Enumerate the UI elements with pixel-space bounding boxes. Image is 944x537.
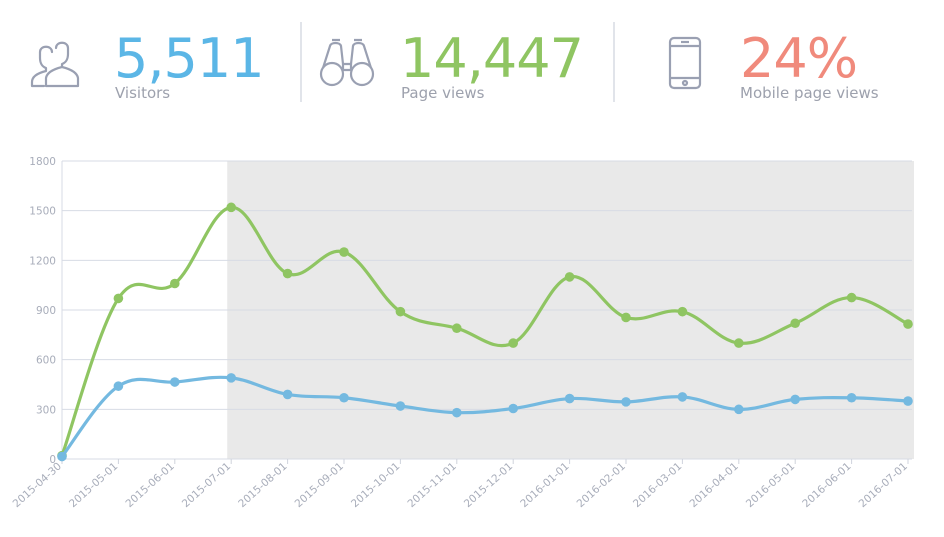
data-point	[226, 373, 236, 383]
x-tick-label: 2016-05-01	[744, 460, 797, 510]
x-tick-label: 2016-04-01	[687, 460, 740, 510]
data-point	[846, 392, 857, 403]
data-point	[226, 202, 236, 213]
y-tick-label: 1500	[29, 206, 56, 218]
visitors-value: 5,511	[114, 27, 265, 90]
x-tick-label: 2016-07-01	[857, 460, 910, 510]
x-tick-label: 2015-05-01	[67, 460, 120, 510]
x-tick-label: 2015-10-01	[349, 460, 402, 510]
stats-bar: 5,511 Visitors 14,447 Page views 24% Mob…	[0, 0, 944, 120]
data-point	[790, 394, 800, 405]
page-views-label: Page views	[401, 84, 485, 102]
data-point	[677, 392, 688, 402]
data-point	[452, 407, 462, 418]
x-tick-label: 2016-03-01	[631, 460, 684, 510]
data-point	[564, 393, 575, 404]
data-point	[790, 318, 800, 329]
x-tick-label: 2015-06-01	[123, 460, 176, 510]
stat-mobile-page-views: 24% Mobile page views	[660, 22, 930, 102]
stat-page-views: 14,447 Page views	[318, 22, 598, 102]
data-point	[452, 323, 462, 334]
data-point	[677, 306, 688, 317]
x-tick-label: 2015-11-01	[405, 460, 458, 510]
page-views-value: 14,447	[400, 27, 584, 90]
x-tick-label: 2015-09-01	[293, 460, 346, 510]
mobile-label: Mobile page views	[740, 84, 879, 102]
data-point	[282, 389, 293, 400]
x-tick-label: 2015-08-01	[236, 460, 289, 510]
divider	[613, 22, 615, 102]
mobile-value: 24%	[740, 27, 858, 90]
data-point	[903, 319, 913, 329]
data-point	[170, 377, 180, 387]
y-tick-label: 1200	[29, 255, 56, 267]
line-chart: 03006009001200150018002015-04-30 2015-05-…	[11, 156, 914, 510]
x-tick-label: 2015-07-01	[180, 460, 233, 510]
data-point	[734, 404, 744, 415]
data-point	[734, 338, 744, 348]
binoculars-icon	[319, 38, 375, 87]
data-point	[113, 381, 124, 391]
data-point	[508, 338, 518, 348]
users-icon	[30, 41, 80, 88]
stat-visitors: 5,511 Visitors	[30, 22, 290, 102]
y-tick-label: 900	[36, 305, 56, 317]
smartphone-icon	[668, 36, 702, 90]
x-tick-label: 2015-12-01	[462, 460, 515, 510]
data-point	[395, 401, 406, 411]
data-point	[339, 247, 349, 257]
data-point	[282, 268, 293, 279]
y-tick-label: 1800	[29, 156, 56, 168]
x-tick-label: 2016-01-01	[518, 460, 571, 510]
data-point	[621, 312, 631, 323]
divider	[300, 22, 302, 102]
y-tick-label: 600	[36, 355, 56, 367]
x-tick-label: 2016-06-01	[800, 460, 853, 510]
data-point	[57, 451, 67, 462]
visitors-label: Visitors	[115, 84, 171, 102]
y-tick-label: 300	[36, 404, 56, 416]
data-point	[621, 397, 631, 407]
data-point	[846, 292, 857, 303]
data-point	[339, 392, 349, 403]
data-point	[903, 396, 913, 406]
x-tick-label: 2016-02-01	[575, 460, 628, 510]
x-tick-label: 2015-04-30	[11, 460, 64, 510]
data-point	[564, 272, 575, 282]
data-point	[395, 306, 406, 317]
data-point	[113, 293, 124, 304]
data-point	[508, 403, 518, 414]
data-point	[170, 278, 180, 289]
